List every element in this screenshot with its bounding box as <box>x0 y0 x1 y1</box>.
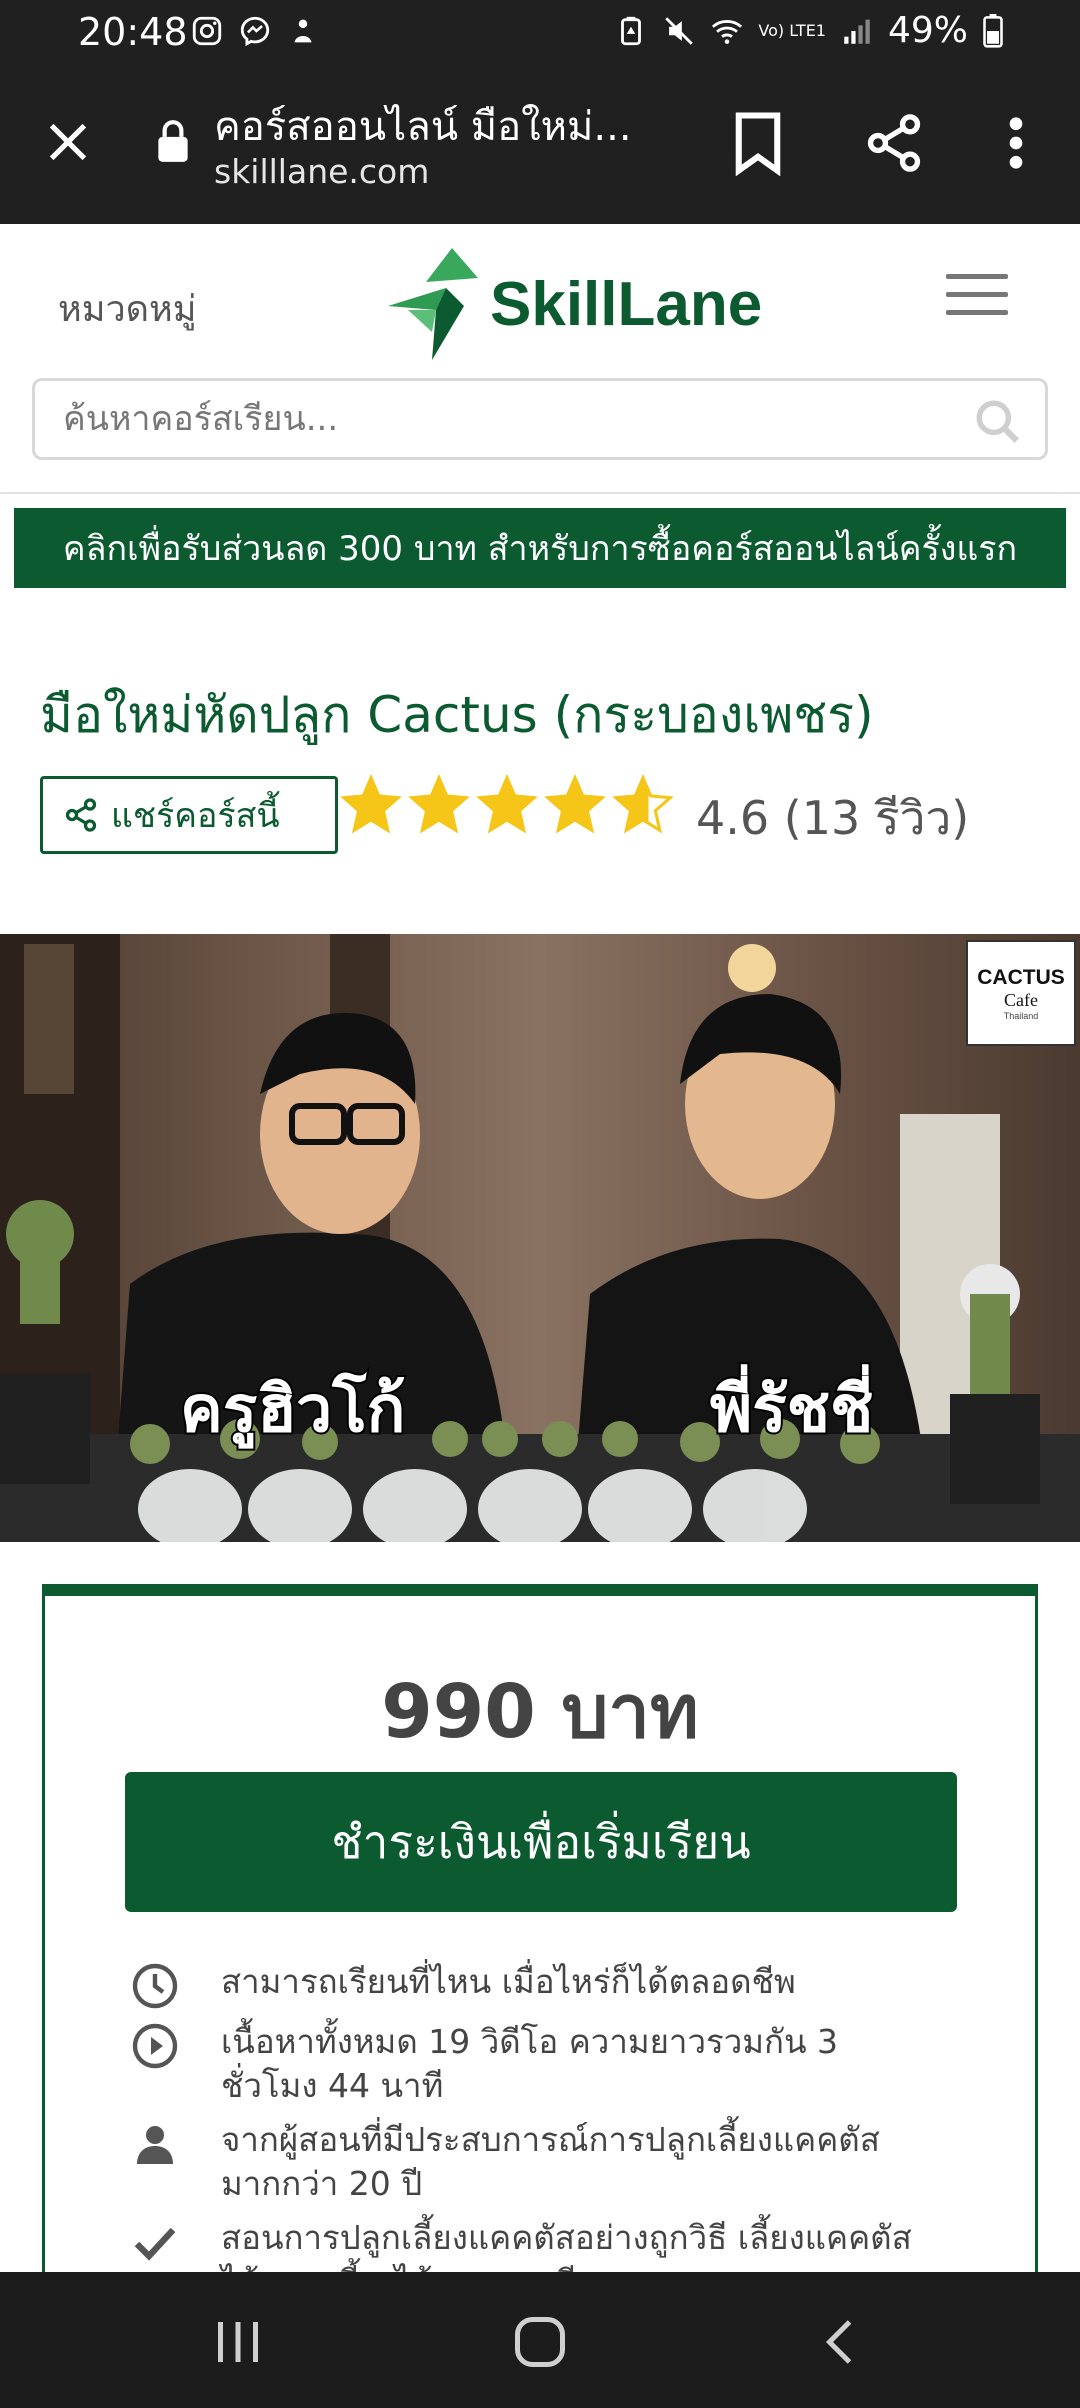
star-icon <box>408 774 470 834</box>
app-notification-icon <box>294 19 312 43</box>
rating-text: 4.6 (13 รีวิว) <box>696 791 970 845</box>
search-box <box>32 378 1048 460</box>
signal-icon <box>844 19 870 44</box>
star-icon <box>612 774 674 834</box>
search-input[interactable] <box>35 381 1045 457</box>
user-icon <box>137 2126 173 2164</box>
url-domain[interactable]: skilllane.com <box>214 152 429 191</box>
instructor-name-left: ครูฮิวโก้ <box>178 1371 407 1449</box>
category-menu-link[interactable]: หมวดหมู่ <box>58 280 197 337</box>
promo-text: คลิกเพื่อรับส่วนลด 300 บาท สำหรับการซื้อ… <box>62 529 1018 569</box>
wifi-icon <box>712 19 743 44</box>
logo-mark-icon <box>388 248 478 360</box>
feature-item: สามารถเรียนที่ไหน เมื่อไหร่ก็ได้ตลอดชีพ <box>131 1960 991 2010</box>
bookmark-button[interactable] <box>730 110 786 176</box>
rating-stars <box>340 774 674 836</box>
network-label: Vo) LTE1 <box>758 20 826 40</box>
share-icon <box>65 798 97 832</box>
status-bar: 20:48 Vo) LTE1 49% <box>0 0 1080 66</box>
site-header: หมวดหมู่ SkillLane <box>0 224 1080 494</box>
more-options-button[interactable] <box>996 110 1036 176</box>
instructors-photo <box>0 934 1080 1542</box>
home-button[interactable] <box>510 2312 570 2372</box>
star-icon <box>340 774 402 834</box>
battery-icon <box>983 13 1003 48</box>
clock-icon <box>132 1963 178 2009</box>
notification-icons <box>190 14 320 48</box>
enroll-button[interactable]: ชำระเงินเพื่อเริ่มเรียน <box>125 1772 957 1912</box>
lock-icon <box>158 120 188 162</box>
feature-text: จากผู้สอนที่มีประสบการณ์การปลูกเลี้ยงแคค… <box>221 2120 880 2203</box>
promo-banner[interactable]: คลิกเพื่อรับส่วนลด 300 บาท สำหรับการซื้อ… <box>14 508 1066 588</box>
share-course-label: แชร์คอร์สนี้ <box>111 796 280 836</box>
mute-icon <box>665 16 694 45</box>
search-icon[interactable] <box>973 397 1023 447</box>
back-button[interactable] <box>812 2312 872 2372</box>
instructor-name-right: พี่รัชชี่ <box>708 1371 875 1449</box>
android-nav-bar <box>0 2272 1080 2408</box>
close-tab-button[interactable] <box>40 114 96 170</box>
price-card: 990 บาท ชำระเงินเพื่อเริ่มเรียน สามารถเร… <box>42 1584 1038 2301</box>
course-title: มือใหม่หัดปลูก Cactus (กระบองเพชร) <box>40 686 874 744</box>
status-time: 20:48 <box>78 10 188 54</box>
hamburger-menu-button[interactable] <box>946 274 1008 320</box>
logo-text: SkillLane <box>490 269 763 339</box>
check-icon <box>134 2227 176 2261</box>
instagram-icon <box>192 16 222 46</box>
course-hero-image[interactable]: ครูฮิวโก้ พี่รัชชี่ CACTUS Cafe Thailand <box>0 934 1080 1542</box>
cactus-logo-line1: CACTUS <box>977 965 1065 989</box>
browser-toolbar: คอร์สออนไลน์ มือใหม่... skilllane.com <box>0 66 1080 224</box>
battery-saver-icon <box>621 16 642 45</box>
cactus-cafe-logo: CACTUS Cafe Thailand <box>966 940 1076 1046</box>
course-price: 990 บาท <box>381 1669 699 1755</box>
star-icon <box>544 774 606 834</box>
system-status: Vo) LTE1 49% <box>614 10 1004 51</box>
skilllane-logo[interactable]: SkillLane <box>388 248 762 360</box>
messenger-icon <box>240 16 270 47</box>
share-button[interactable] <box>862 110 926 176</box>
cactus-logo-line2: Cafe <box>1004 989 1038 1010</box>
feature-item: จากผู้สอนที่มีประสบการณ์การปลูกเลี้ยงแคค… <box>131 2118 991 2206</box>
feature-text: สามารถเรียนที่ไหน เมื่อไหร่ก็ได้ตลอดชีพ <box>221 1962 796 2001</box>
feature-item: เนื้อหาทั้งหมด 19 วิดีโอ ความยาวรวมกัน 3… <box>131 2020 991 2108</box>
play-icon <box>132 2023 178 2069</box>
battery-percent: 49% <box>887 10 968 51</box>
cactus-logo-line3: Thailand <box>1003 1010 1039 1021</box>
share-course-button[interactable]: แชร์คอร์สนี้ <box>40 776 338 854</box>
feature-list: สามารถเรียนที่ไหน เมื่อไหร่ก็ได้ตลอดชีพ … <box>131 1960 991 2314</box>
recent-apps-button[interactable] <box>208 2312 268 2372</box>
feature-text: เนื้อหาทั้งหมด 19 วิดีโอ ความยาวรวมกัน 3… <box>221 2022 839 2105</box>
page-title[interactable]: คอร์สออนไลน์ มือใหม่... <box>214 94 664 158</box>
star-icon <box>476 774 538 834</box>
